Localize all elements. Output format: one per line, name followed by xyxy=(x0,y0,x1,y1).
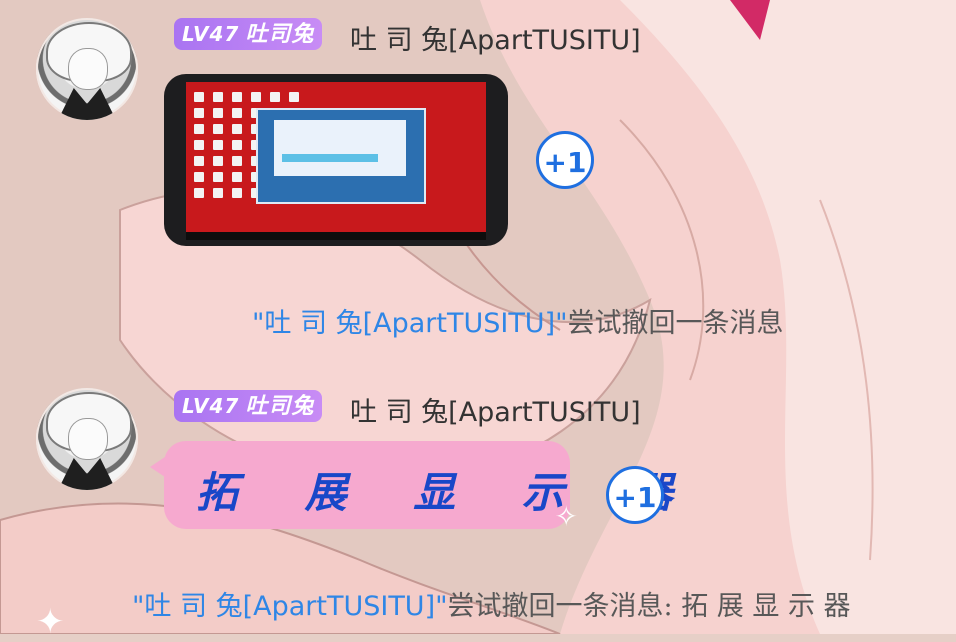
recall-notice: "吐 司 兔[ApartTUSITU]"尝试撤回一条消息: 拓 展 显 示 器 xyxy=(132,584,851,623)
level-text: LV47 xyxy=(182,394,240,418)
text-message-bubble[interactable]: 拓 展 显 示 器 ✧ xyxy=(150,441,673,533)
user-avatar-icon[interactable] xyxy=(36,388,138,490)
sender-nickname[interactable]: 吐 司 兔[ApartTUSITU] xyxy=(350,18,641,57)
sparkle-icon: ✦ xyxy=(36,602,65,642)
recall-notice-text: 尝试撤回一条消息 xyxy=(567,308,784,339)
sparkle-icon: ✧ xyxy=(554,500,578,533)
level-badge: LV47 吐司兔 xyxy=(174,18,323,50)
recall-notice-name[interactable]: "吐 司 兔[ApartTUSITU]" xyxy=(132,591,448,622)
photo-of-monitor xyxy=(186,82,486,240)
recall-notice-name[interactable]: "吐 司 兔[ApartTUSITU]" xyxy=(252,308,568,339)
member-title: 吐司兔 xyxy=(245,394,315,419)
level-text: LV47 xyxy=(182,22,240,46)
plus-one-button[interactable]: +1 xyxy=(606,466,664,524)
plus-one-button[interactable]: +1 xyxy=(536,131,594,189)
sender-nickname[interactable]: 吐 司 兔[ApartTUSITU] xyxy=(350,390,641,429)
image-message[interactable] xyxy=(164,74,508,246)
recall-notice: "吐 司 兔[ApartTUSITU]"尝试撤回一条消息 xyxy=(252,301,784,340)
recall-notice-text: 尝试撤回一条消息: 拓 展 显 示 器 xyxy=(447,591,851,622)
user-avatar-icon[interactable] xyxy=(36,18,138,120)
member-title: 吐司兔 xyxy=(245,22,315,47)
level-badge: LV47 吐司兔 xyxy=(174,390,323,422)
